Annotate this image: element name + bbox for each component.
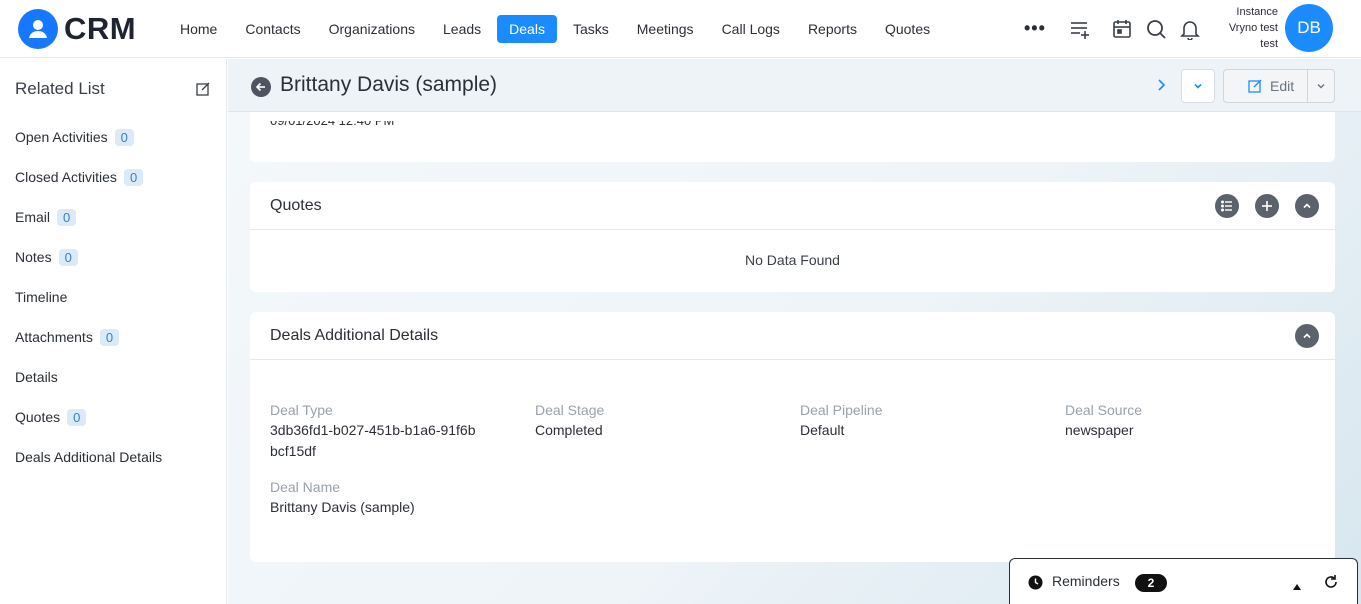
nav-contacts[interactable]: Contacts [233,15,312,43]
field-label: Deal Type [270,402,333,418]
sidebar-item-email[interactable]: Email 0 [15,197,215,237]
sidebar-item-quotes[interactable]: Quotes 0 [15,397,215,437]
reminders-panel[interactable]: Reminders 2 [1009,558,1358,604]
sidebar-item-label: Closed Activities [15,169,117,185]
record-detail-area: 09/01/2024 12:40 PM Brittany Davis (samp… [228,59,1361,604]
instance-line-3: test [1260,38,1278,50]
main-nav: Home Contacts Organizations Leads Deals … [168,15,942,43]
add-icon[interactable] [1255,194,1279,218]
field-label: Deal Pipeline [800,402,883,418]
quotes-section-header: Quotes [250,182,1335,230]
edit-related-list-icon[interactable] [196,82,210,96]
related-list-sidebar: Related List Open Activities 0 Closed Ac… [0,59,227,604]
field-deal-pipeline: Deal Pipeline Default [800,400,1040,441]
nav-tasks[interactable]: Tasks [561,15,621,43]
related-list: Open Activities 0 Closed Activities 0 Em… [15,117,215,477]
edit-options-dropdown[interactable] [1308,81,1334,91]
sidebar-item-label: Notes [15,249,52,265]
count-badge: 0 [58,248,78,266]
field-label: Deal Stage [535,402,605,418]
sidebar-item-attachments[interactable]: Attachments 0 [15,317,215,357]
chevron-down-icon [1194,83,1202,89]
instance-line-1: Instance [1236,6,1278,18]
count-badge: 0 [114,128,134,146]
nav-quotes[interactable]: Quotes [873,15,942,43]
top-navigation-bar: CRM Home Contacts Organizations Leads De… [0,0,1361,58]
partial-date-value: 09/01/2024 12:40 PM [270,121,394,133]
back-arrow-icon[interactable] [251,77,271,97]
chevron-right-icon[interactable] [1152,76,1170,94]
app-logo[interactable]: CRM [18,9,136,49]
field-value: Brittany Davis (sample) [270,499,415,515]
field-value: newspaper [1065,422,1134,438]
edit-label: Edit [1270,78,1295,94]
related-list-title: Related List [15,79,105,98]
nav-reports[interactable]: Reports [796,15,869,43]
sidebar-item-label: Timeline [15,289,68,305]
nav-home[interactable]: Home [168,15,229,43]
reminders-label: Reminders [1052,573,1120,589]
field-label: Deal Source [1065,402,1143,418]
collapse-chevron-up-icon[interactable] [1295,324,1319,348]
edit-icon [1248,79,1262,93]
sidebar-item-label: Quotes [15,409,61,425]
quotes-section-title: Quotes [270,197,322,214]
field-value: Default [800,422,845,438]
field-value: 3db36fd1-b027-451b-b1a6-91f6bbcf15df [270,422,476,459]
deals-additional-details-section: Deals Additional Details Deal Type 3db36… [250,312,1335,562]
sidebar-item-details[interactable]: Details [15,357,215,397]
field-deal-name: Deal Name Brittany Davis (sample) [270,477,510,518]
empty-state-text: No Data Found [745,252,840,268]
edit-button[interactable]: Edit [1224,70,1308,102]
field-deal-stage: Deal Stage Completed [535,400,775,441]
sidebar-item-label: Details [15,369,58,385]
record-header: Brittany Davis (sample) Edit [228,59,1361,112]
sidebar-item-deals-additional-details[interactable]: Deals Additional Details [15,437,215,477]
refresh-icon[interactable] [1323,574,1339,590]
user-instance-info: Instance Vryno test test [1210,4,1278,52]
sidebar-item-label: Deals Additional Details [15,449,163,465]
collapse-chevron-up-icon[interactable] [1295,194,1319,218]
page-title: Brittany Davis (sample) [280,73,498,96]
field-value: Completed [535,422,603,438]
field-deal-source: Deal Source newspaper [1065,400,1305,441]
sidebar-item-timeline[interactable]: Timeline [15,277,215,317]
sidebar-item-label: Email [15,209,51,225]
bell-icon[interactable] [1179,18,1201,41]
sidebar-item-label: Open Activities [15,129,108,145]
sidebar-item-notes[interactable]: Notes 0 [15,237,215,277]
nav-organizations[interactable]: Organizations [317,15,427,43]
add-task-list-icon[interactable] [1069,18,1091,40]
chevron-down-icon [1317,84,1325,89]
reminders-count-badge: 2 [1135,574,1167,592]
calendar-icon[interactable] [1111,18,1133,40]
app-name: CRM [64,11,137,46]
count-badge: 0 [99,328,120,346]
count-badge: 0 [123,168,144,186]
nav-deals[interactable]: Deals [497,15,557,43]
count-badge: 0 [67,408,87,426]
nav-leads[interactable]: Leads [431,15,493,43]
sidebar-item-open-activities[interactable]: Open Activities 0 [15,117,215,157]
quotes-section: Quotes No Data Found [250,182,1335,292]
search-icon[interactable] [1145,18,1167,40]
sidebar-item-label: Attachments [15,329,93,345]
edit-button-group: Edit [1223,69,1335,103]
next-record-dropdown-button[interactable] [1181,69,1215,103]
user-logo-icon [18,9,58,49]
field-deal-type: Deal Type 3db36fd1-b027-451b-b1a6-91f6bb… [270,400,480,462]
avatar[interactable]: DB [1285,4,1333,52]
nav-more-button[interactable]: ••• [1024,18,1046,39]
details-section-title: Deals Additional Details [270,327,439,344]
count-badge: 0 [57,208,77,226]
sidebar-item-closed-activities[interactable]: Closed Activities 0 [15,157,215,197]
expand-up-arrow-icon[interactable] [1292,578,1302,590]
instance-line-2: Vryno test [1228,22,1278,34]
details-section-header: Deals Additional Details [250,312,1335,360]
field-label: Deal Name [270,479,341,495]
clock-icon [1028,575,1043,590]
list-view-icon[interactable] [1215,194,1239,218]
nav-meetings[interactable]: Meetings [625,15,706,43]
nav-call-logs[interactable]: Call Logs [710,15,792,43]
